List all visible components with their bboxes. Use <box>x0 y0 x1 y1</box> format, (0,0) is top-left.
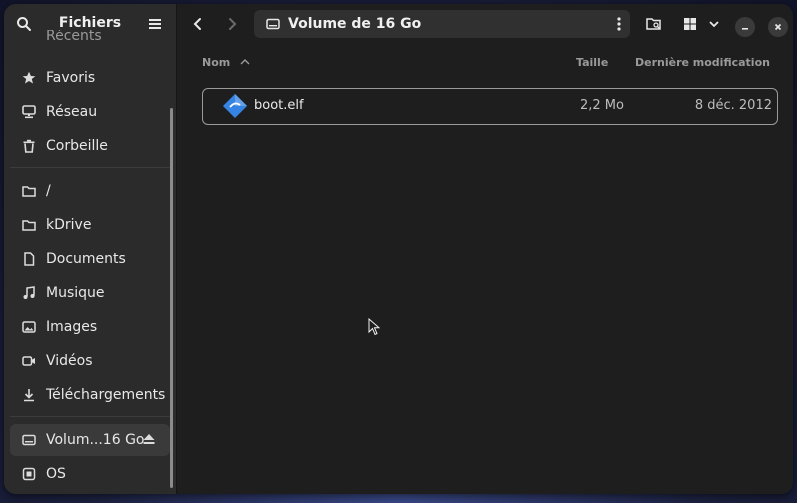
sort-ascending-icon <box>240 59 250 65</box>
sidebar-item-root[interactable]: / <box>10 175 170 207</box>
sidebar-item-kdrive[interactable]: kDrive <box>10 209 170 241</box>
sidebar-item-label: Favoris <box>46 70 96 86</box>
minimize-icon <box>742 28 748 30</box>
main-content: Volume de 16 Go Nom Taille Dernière modi… <box>178 4 793 494</box>
drive-icon <box>21 432 37 448</box>
view-options-button[interactable] <box>700 10 728 38</box>
trash-icon <box>21 138 37 154</box>
chevron-left-icon <box>193 18 201 30</box>
sidebar-item-reseau[interactable]: Réseau <box>10 96 170 128</box>
document-icon <box>21 251 37 267</box>
network-icon <box>21 104 37 120</box>
sidebar-item-label: Vidéos <box>46 353 93 369</box>
folder-icon <box>21 183 37 199</box>
sidebar-item-label: Corbeille <box>46 138 108 154</box>
sidebar-item-label: Documents <box>46 251 126 267</box>
folder-search-icon <box>646 18 661 30</box>
file-size: 2,2 Mo <box>580 98 624 113</box>
sidebar-scrollbar[interactable] <box>170 108 173 488</box>
music-icon <box>21 285 37 301</box>
column-header-size[interactable]: Taille <box>576 56 608 69</box>
close-button[interactable] <box>768 17 788 37</box>
image-icon <box>21 319 37 335</box>
sidebar-item-label: Réseau <box>46 104 98 120</box>
location-bar[interactable]: Volume de 16 Go <box>254 10 630 38</box>
video-icon <box>21 353 37 369</box>
location-menu-button[interactable] <box>616 16 622 36</box>
sidebar-item-label: kDrive <box>46 217 92 233</box>
file-row[interactable]: boot.elf 2,2 Mo 8 déc. 2012 <box>202 88 778 125</box>
sidebar-separator <box>10 416 170 417</box>
chevron-down-icon <box>709 21 719 28</box>
sidebar-item-os[interactable]: OS <box>10 458 170 490</box>
sidebar-separator <box>10 167 170 168</box>
sidebar-item-label: Récents <box>46 30 102 44</box>
star-icon <box>21 70 37 86</box>
sidebar-item-label: Musique <box>46 285 105 301</box>
eject-icon[interactable] <box>142 432 156 450</box>
column-name-label: Nom <box>202 56 231 69</box>
clock-icon <box>21 30 37 44</box>
search-folder-button[interactable] <box>640 10 668 38</box>
executable-icon <box>222 93 248 123</box>
sidebar-item-corbeille[interactable]: Corbeille <box>10 130 170 162</box>
file-name: boot.elf <box>254 98 304 113</box>
sidebar-item-musique[interactable]: Musique <box>10 277 170 309</box>
sidebar-item-telechargements[interactable]: Téléchargements <box>10 379 170 411</box>
sidebar-item-label: OS <box>46 466 66 482</box>
minimize-button[interactable] <box>735 17 755 37</box>
back-button[interactable] <box>184 10 212 38</box>
sidebar-item-volume[interactable]: Volum...16 Go <box>10 424 170 456</box>
sidebar-item-favoris[interactable]: Favoris <box>10 62 170 94</box>
mouse-pointer-icon <box>368 317 381 340</box>
vertical-dots-icon <box>617 17 621 31</box>
grid-icon <box>684 18 696 30</box>
drive-icon <box>266 17 280 31</box>
header-bar: Volume de 16 Go <box>178 4 793 44</box>
file-manager-window: Fichiers Récents Favoris Réseau Corbeill… <box>4 4 793 494</box>
column-header-name[interactable]: Nom <box>202 56 250 69</box>
sidebar-item-label: Volum...16 Go <box>46 432 145 448</box>
file-modified: 8 déc. 2012 <box>694 98 772 113</box>
sidebar-item-documents[interactable]: Documents <box>10 243 170 275</box>
sidebar-item-label: Images <box>46 319 98 335</box>
sidebar-item-label: / <box>46 183 51 199</box>
sidebar-item-recent[interactable]: Récents <box>10 30 170 44</box>
sidebar: Fichiers Récents Favoris Réseau Corbeill… <box>4 4 177 494</box>
sidebar-item-videos[interactable]: Vidéos <box>10 345 170 377</box>
disk-icon <box>21 466 37 482</box>
location-label: Volume de 16 Go <box>288 16 422 32</box>
forward-button[interactable] <box>218 10 246 38</box>
chevron-right-icon <box>229 18 237 30</box>
close-icon <box>774 23 782 31</box>
column-header-modified[interactable]: Dernière modification <box>635 56 770 69</box>
download-icon <box>21 387 37 403</box>
folder-icon <box>21 217 37 233</box>
sidebar-item-label: Téléchargements <box>46 387 166 403</box>
sidebar-item-images[interactable]: Images <box>10 311 170 343</box>
